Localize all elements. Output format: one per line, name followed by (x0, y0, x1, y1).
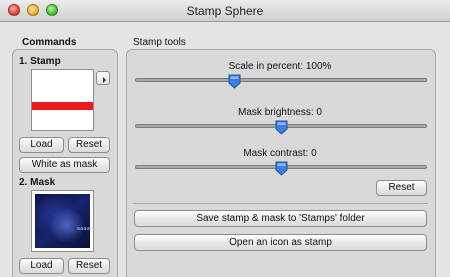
contrast-slider-thumb[interactable] (275, 161, 288, 176)
app-window: Stamp Sphere Commands 1. Stamp Load Rese… (0, 0, 450, 277)
mask-preview[interactable]: aaaaaaaa (31, 190, 103, 252)
mask-image: aaaaaaaa (35, 194, 103, 248)
stamp-reset-button[interactable]: Reset (68, 137, 110, 153)
stamp-section-label: 1. Stamp (19, 56, 61, 67)
stamp-red-bar (32, 102, 93, 110)
window-title: Stamp Sphere (186, 4, 264, 18)
stamp-preview[interactable] (31, 69, 94, 131)
mask-section-label: 2. Mask (19, 177, 56, 188)
mask-image-text: aaaaaaaa (77, 226, 104, 232)
brightness-slider-thumb[interactable] (275, 120, 288, 135)
mask-reset-button[interactable]: Reset (68, 258, 110, 274)
stamp-menu-button[interactable] (96, 71, 110, 85)
tools-divider (133, 203, 428, 204)
stamp-tools-header: Stamp tools (133, 37, 186, 48)
sliders-reset-button[interactable]: Reset (376, 180, 427, 196)
white-as-mask-button[interactable]: White as mask (19, 157, 110, 173)
title-bar[interactable]: Stamp Sphere (0, 0, 450, 22)
commands-header: Commands (22, 37, 77, 48)
mask-load-button[interactable]: Load (19, 258, 64, 274)
scale-slider-thumb[interactable] (228, 74, 241, 89)
scale-slider-track[interactable] (135, 78, 427, 82)
save-stamp-mask-button[interactable]: Save stamp & mask to 'Stamps' folder (134, 210, 427, 227)
open-icon-as-stamp-button[interactable]: Open an icon as stamp (134, 234, 427, 251)
stamp-load-button[interactable]: Load (19, 137, 64, 153)
brightness-label: Mask brightness: 0 (238, 107, 322, 118)
contrast-label: Mask contrast: 0 (243, 148, 317, 159)
scale-label: Scale in percent: 100% (228, 61, 332, 72)
